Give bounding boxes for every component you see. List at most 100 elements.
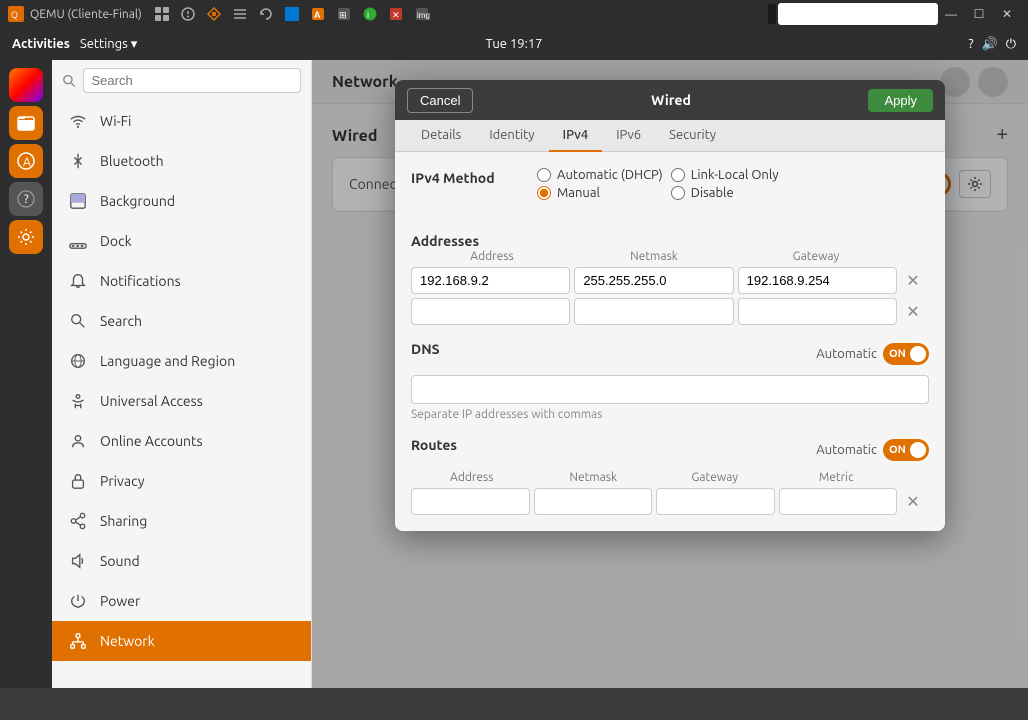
svg-text:img: img xyxy=(417,11,430,20)
routes-row-0-gateway[interactable] xyxy=(656,488,775,515)
radio-manual[interactable]: Manual xyxy=(537,186,663,200)
toolbar: A ⊞ i ✕ img xyxy=(142,2,938,26)
dns-toggle[interactable]: ON xyxy=(883,343,929,365)
sidebar-item-sound-label: Sound xyxy=(100,553,140,569)
dns-label: DNS xyxy=(411,341,440,357)
addr-row-0-remove[interactable]: ✕ xyxy=(901,269,925,293)
activities-button[interactable]: Activities xyxy=(12,37,70,51)
toolbar-btn-3[interactable] xyxy=(202,2,226,26)
routes-row-0-remove[interactable]: ✕ xyxy=(901,490,925,514)
tab-details[interactable]: Details xyxy=(407,120,475,152)
tab-ipv4[interactable]: IPv4 xyxy=(549,120,603,152)
tab-security[interactable]: Security xyxy=(655,120,730,152)
gnome-bar-left: Activities Settings ▾ xyxy=(12,37,137,52)
sound-icon xyxy=(68,551,88,571)
sidebar-item-online-label: Online Accounts xyxy=(100,433,203,449)
addr-row-0-netmask[interactable] xyxy=(574,267,733,294)
accessibility-icon[interactable]: ? xyxy=(968,37,973,51)
routes-auto-label: Automatic xyxy=(816,443,877,457)
radio-disable[interactable]: Disable xyxy=(671,186,797,200)
sidebar-item-search[interactable]: Search xyxy=(52,301,311,341)
tab-identity[interactable]: Identity xyxy=(475,120,548,152)
dns-section: DNS Automatic ON Separate IP addresses w… xyxy=(411,341,929,421)
addr-row-1-netmask[interactable] xyxy=(574,298,733,325)
sidebar-item-privacy-label: Privacy xyxy=(100,473,144,489)
notifications-icon xyxy=(68,271,88,291)
addr-col-gateway: Gateway xyxy=(737,250,895,263)
dialog-header: Cancel Wired Apply xyxy=(395,80,945,120)
routes-row-0-metric[interactable] xyxy=(779,488,898,515)
svg-text:Q: Q xyxy=(11,10,18,20)
dialog-cancel-button[interactable]: Cancel xyxy=(407,88,473,113)
routes-toggle-row: Automatic ON xyxy=(816,439,929,461)
toolbar-btn-2[interactable] xyxy=(176,2,200,26)
title-bar-left: Q QEMU (Cliente-Final) xyxy=(8,6,142,22)
sidebar-item-background[interactable]: Background xyxy=(52,181,311,221)
routes-row-0-address[interactable] xyxy=(411,488,530,515)
sidebar-item-universal-label: Universal Access xyxy=(100,393,203,409)
routes-row-0-netmask[interactable] xyxy=(534,488,653,515)
help-icon[interactable]: ? xyxy=(9,182,43,216)
close-button[interactable]: ✕ xyxy=(994,4,1020,24)
radio-automatic-dhcp[interactable]: Automatic (DHCP) xyxy=(537,168,663,182)
language-icon xyxy=(68,351,88,371)
sidebar-item-network[interactable]: Network xyxy=(52,621,311,661)
sidebar-item-background-label: Background xyxy=(100,193,175,209)
sharing-icon xyxy=(68,511,88,531)
toolbar-search-input[interactable] xyxy=(778,3,938,25)
addr-row-0: ✕ xyxy=(411,267,929,294)
sidebar-item-online-accounts[interactable]: Online Accounts xyxy=(52,421,311,461)
sidebar-item-sound[interactable]: Sound xyxy=(52,541,311,581)
power-icon[interactable]: ⏻ xyxy=(1006,37,1016,52)
minimize-button[interactable]: — xyxy=(938,4,964,24)
toolbar-btn-4[interactable] xyxy=(228,2,252,26)
volume-icon[interactable]: 🔊 xyxy=(982,37,998,52)
routes-col-address: Address xyxy=(413,471,531,484)
svg-text:A: A xyxy=(314,10,321,20)
title-bar: Q QEMU (Cliente-Final) A ⊞ i ✕ img xyxy=(0,0,1028,28)
toolbar-btn-windows[interactable] xyxy=(280,2,304,26)
sidebar-item-notifications[interactable]: Notifications xyxy=(52,261,311,301)
toolbar-btn-d[interactable]: ✕ xyxy=(384,2,408,26)
addr-row-1-remove[interactable]: ✕ xyxy=(901,300,925,324)
sidebar-item-notifications-label: Notifications xyxy=(100,273,181,289)
firefox-icon[interactable] xyxy=(9,68,43,102)
files-icon[interactable] xyxy=(9,106,43,140)
sidebar-item-dock[interactable]: Dock xyxy=(52,221,311,261)
toolbar-btn-1[interactable] xyxy=(150,2,174,26)
appstore-icon[interactable]: A xyxy=(9,144,43,178)
dns-input[interactable] xyxy=(411,375,929,404)
toolbar-btn-refresh[interactable] xyxy=(254,2,278,26)
addr-row-1-gateway[interactable] xyxy=(738,298,897,325)
dialog-apply-button[interactable]: Apply xyxy=(868,89,933,112)
settings-menu[interactable]: Settings ▾ xyxy=(80,37,137,52)
toolbar-btn-b[interactable]: ⊞ xyxy=(332,2,356,26)
sidebar-item-power[interactable]: Power xyxy=(52,581,311,621)
sidebar-item-wifi[interactable]: Wi-Fi xyxy=(52,101,311,141)
radio-disable-label: Disable xyxy=(691,186,734,200)
addr-row-0-address[interactable] xyxy=(411,267,570,294)
sidebar-item-privacy[interactable]: Privacy xyxy=(52,461,311,501)
radio-link-local[interactable]: Link-Local Only xyxy=(671,168,797,182)
routes-label: Routes xyxy=(411,437,457,453)
routes-toggle[interactable]: ON xyxy=(883,439,929,461)
main-content-area: Network Wired + Connected ON xyxy=(312,60,1028,688)
sidebar-search-input[interactable] xyxy=(83,68,301,93)
ipv4-method-section: IPv4 Method Automatic (DHCP) Link-Local … xyxy=(411,168,929,216)
addr-row-0-gateway[interactable] xyxy=(738,267,897,294)
sidebar-item-bluetooth[interactable]: Bluetooth xyxy=(52,141,311,181)
addr-row-1-address[interactable] xyxy=(411,298,570,325)
svg-text:✕: ✕ xyxy=(392,10,400,20)
toolbar-btn-c[interactable]: i xyxy=(358,2,382,26)
toolbar-extra-btns: A ⊞ i ✕ img xyxy=(306,2,434,26)
settings-menu-arrow: ▾ xyxy=(131,37,138,52)
settings-icon[interactable] xyxy=(9,220,43,254)
tab-ipv6[interactable]: IPv6 xyxy=(602,120,655,152)
sidebar-item-universal[interactable]: Universal Access xyxy=(52,381,311,421)
toolbar-btn-e[interactable]: img xyxy=(410,2,434,26)
sidebar-item-sharing[interactable]: Sharing xyxy=(52,501,311,541)
maximize-button[interactable]: ☐ xyxy=(966,4,992,24)
sidebar-item-language[interactable]: Language and Region xyxy=(52,341,311,381)
settings-menu-label: Settings xyxy=(80,37,128,51)
toolbar-btn-a[interactable]: A xyxy=(306,2,330,26)
